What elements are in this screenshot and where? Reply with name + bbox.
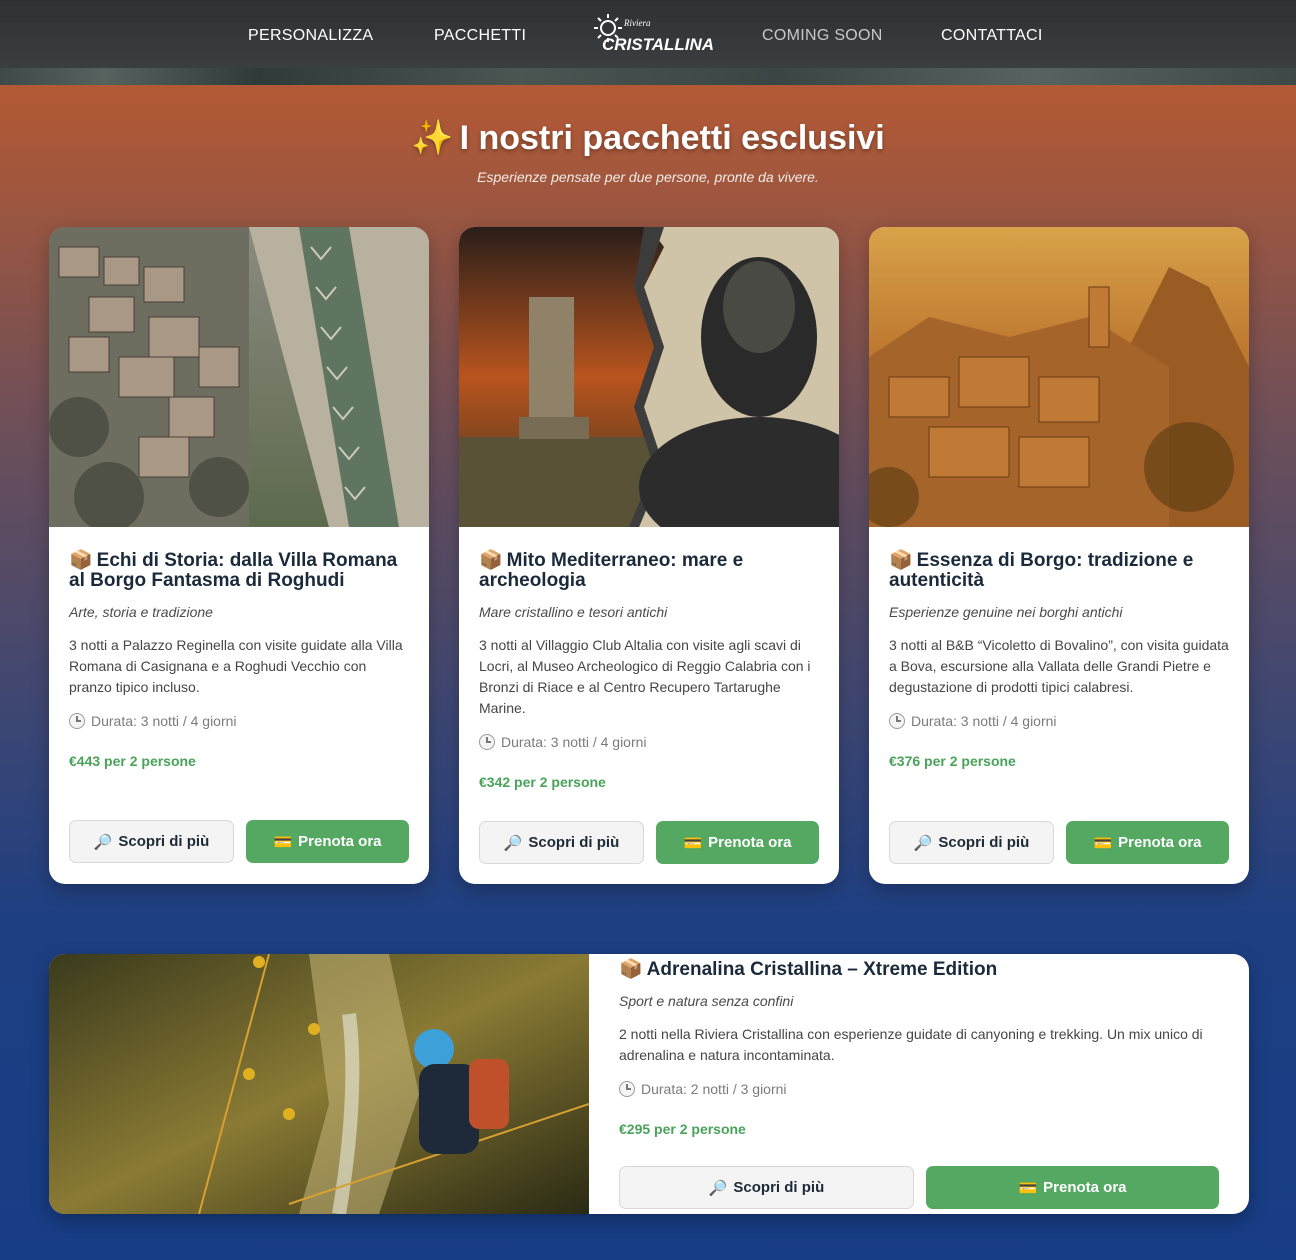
package-icon: 📦 <box>619 959 643 980</box>
package-subtitle: Mare cristallino e tesori antichi <box>479 604 668 620</box>
hero-strip <box>0 68 1296 85</box>
package-icon: 📦 <box>69 550 93 571</box>
package-price: €342 per 2 persone <box>479 774 606 790</box>
discover-more-button[interactable]: 🔎 Scopri di più <box>619 1166 914 1209</box>
package-title-text: Mito Mediterraneo: mare e archeologia <box>479 550 744 591</box>
magnifier-icon: 🔎 <box>503 834 523 852</box>
package-title: 📦 Essenza di Borgo: tradizione e autentic… <box>889 551 1229 591</box>
package-subtitle: Sport e natura senza confini <box>619 993 794 1009</box>
package-title-text: Adrenalina Cristallina – Xtreme Edition <box>646 959 998 980</box>
package-price: €376 per 2 persone <box>889 753 1016 769</box>
discover-more-button[interactable]: 🔎 Scopri di più <box>69 820 234 863</box>
package-card: 📦 Echi di Storia: dalla Villa Romana al B… <box>49 227 429 884</box>
page-subtitle: Esperienze pensate per due persone, pron… <box>477 169 819 185</box>
package-duration-text: Durata: 3 notti / 4 giorni <box>501 734 647 750</box>
credit-card-icon: 💳 <box>1093 834 1113 852</box>
package-description: 3 notti a Palazzo Reginella con visite g… <box>69 637 403 695</box>
package-duration-text: Durata: 3 notti / 4 giorni <box>91 713 237 729</box>
package-price: €443 per 2 persone <box>69 753 196 769</box>
page-title: ✨ I nostri pacchetti esclusivi <box>0 118 1296 158</box>
magnifier-icon: 🔎 <box>913 834 933 852</box>
clock-icon <box>889 713 905 729</box>
sparkles-icon: ✨ <box>411 119 454 157</box>
magnifier-icon: 🔎 <box>93 833 113 851</box>
package-title-text: Echi di Storia: dalla Villa Romana al Bo… <box>69 550 398 591</box>
discover-more-label: Scopri di più <box>733 1179 825 1196</box>
nav-pacchetti[interactable]: PACCHETTI <box>434 27 526 45</box>
nav-personalizza[interactable]: PERSONALIZZA <box>248 27 373 45</box>
book-now-button[interactable]: 💳 Prenota ora <box>1066 821 1229 864</box>
discover-more-label: Scopri di più <box>528 834 620 851</box>
package-description: 2 notti nella Riviera Cristallina con es… <box>619 1026 1203 1063</box>
logo-cristallina: CRISTALLINA <box>602 35 714 54</box>
package-price: €295 per 2 persone <box>619 1121 746 1137</box>
book-now-label: Prenota ora <box>1043 1179 1127 1196</box>
package-duration: Durata: 2 notti / 3 giorni <box>619 1080 1229 1098</box>
package-duration: Durata: 3 notti / 4 giorni <box>479 733 819 751</box>
credit-card-icon: 💳 <box>273 833 293 851</box>
package-description: 3 notti al B&B “Vicoletto di Bovalino”, … <box>889 637 1229 695</box>
book-now-button[interactable]: 💳 Prenota ora <box>656 821 819 864</box>
brand-logo[interactable]: Riviera CRISTALLINA <box>590 10 714 62</box>
package-duration-text: Durata: 3 notti / 4 giorni <box>911 713 1057 729</box>
package-icon: 📦 <box>479 550 503 571</box>
credit-card-icon: 💳 <box>683 834 703 852</box>
package-title: 📦 Mito Mediterraneo: mare e archeologia <box>479 551 819 591</box>
discover-more-label: Scopri di più <box>938 834 1030 851</box>
package-icon: 📦 <box>889 550 913 571</box>
package-subtitle: Esperienze genuine nei borghi antichi <box>889 604 1123 620</box>
book-now-button[interactable]: 💳 Prenota ora <box>246 820 409 863</box>
package-duration-text: Durata: 2 notti / 3 giorni <box>641 1081 787 1097</box>
book-now-label: Prenota ora <box>708 834 792 851</box>
package-image-canyoning <box>49 954 589 1214</box>
package-image-borgo <box>869 227 1249 527</box>
package-image-archeology <box>459 227 839 527</box>
package-title: 📦 Adrenalina Cristallina – Xtreme Edition <box>619 960 1229 980</box>
package-subtitle: Arte, storia e tradizione <box>69 604 213 620</box>
package-card: 📦 Essenza di Borgo: tradizione e autentic… <box>869 227 1249 884</box>
credit-card-icon: 💳 <box>1018 1179 1038 1197</box>
book-now-label: Prenota ora <box>298 833 382 850</box>
package-duration: Durata: 3 notti / 4 giorni <box>69 712 409 730</box>
package-card: 📦 Mito Mediterraneo: mare e archeologia M… <box>459 227 839 884</box>
page-title-text: I nostri pacchetti esclusivi <box>459 119 885 157</box>
discover-more-label: Scopri di più <box>118 833 210 850</box>
nav-coming-soon[interactable]: COMING SOON <box>762 27 883 45</box>
discover-more-button[interactable]: 🔎 Scopri di più <box>479 821 644 864</box>
clock-icon <box>69 713 85 729</box>
package-image-roghudi <box>49 227 429 527</box>
book-now-label: Prenota ora <box>1118 834 1202 851</box>
package-duration: Durata: 3 notti / 4 giorni <box>889 712 1229 730</box>
clock-icon <box>619 1081 635 1097</box>
magnifier-icon: 🔎 <box>708 1179 728 1197</box>
logo-riviera: Riviera <box>623 18 651 28</box>
package-description: 3 notti al Villaggio Club Altalia con vi… <box>479 637 811 716</box>
nav-contattaci[interactable]: CONTATTACI <box>941 27 1043 45</box>
top-navbar: PERSONALIZZA PACCHETTI Riviera CRISTALLI… <box>0 0 1296 68</box>
clock-icon <box>479 734 495 750</box>
book-now-button[interactable]: 💳 Prenota ora <box>926 1166 1219 1209</box>
discover-more-button[interactable]: 🔎 Scopri di più <box>889 821 1054 864</box>
package-title-text: Essenza di Borgo: tradizione e autentici… <box>889 550 1194 591</box>
package-title: 📦 Echi di Storia: dalla Villa Romana al B… <box>69 551 409 591</box>
package-card-wide: 📦 Adrenalina Cristallina – Xtreme Edition… <box>49 954 1249 1214</box>
